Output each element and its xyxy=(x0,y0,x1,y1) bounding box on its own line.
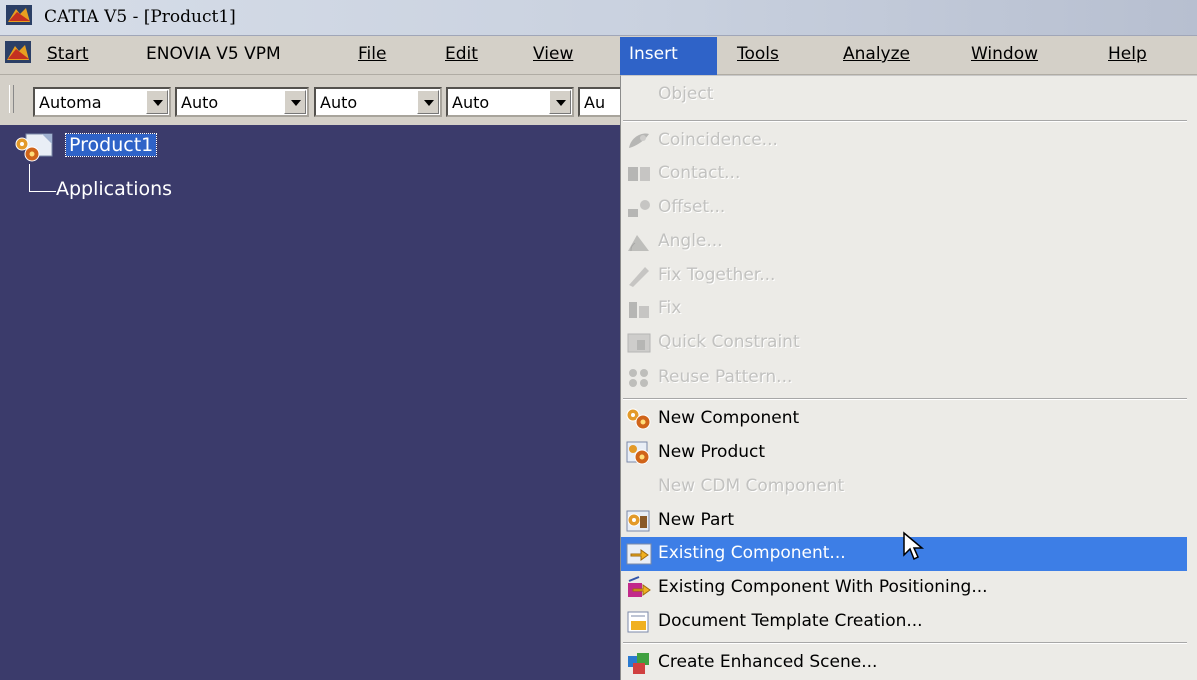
document-template-icon xyxy=(627,611,649,633)
menu-item-reuse-pattern[interactable]: Reuse Pattern... xyxy=(621,361,1187,395)
angle-icon xyxy=(628,235,649,252)
chevron-down-icon[interactable] xyxy=(549,90,571,114)
menu-item-fix[interactable]: Fix xyxy=(621,292,1187,326)
menu-item-document-template[interactable]: Document Template Creation... xyxy=(621,605,1187,639)
menu-help[interactable]: Help xyxy=(1108,44,1147,64)
menu-view[interactable]: View xyxy=(533,44,573,64)
tree-node-applications[interactable]: Applications xyxy=(56,178,172,200)
enhanced-scene-icon xyxy=(628,653,649,674)
menu-item-label: Angle... xyxy=(658,231,723,251)
offset-icon xyxy=(628,200,650,217)
menu-item-label: Contact... xyxy=(658,163,741,183)
menu-item-label: New Product xyxy=(658,442,766,462)
menu-item-label: Reuse Pattern... xyxy=(658,367,793,387)
new-part-icon xyxy=(626,510,650,532)
menu-item-quick-constraint[interactable]: Quick Constraint xyxy=(621,326,1187,360)
menu-item-create-enhanced-scene[interactable]: Create Enhanced Scene... xyxy=(621,646,1187,680)
menu-item-label: Existing Component With Positioning... xyxy=(658,577,988,597)
menu-item-label: New Component xyxy=(658,408,800,428)
combo-5-value: Au xyxy=(584,93,606,112)
coincidence-icon xyxy=(629,133,649,148)
menu-separator xyxy=(623,120,1187,122)
menu-item-label: Existing Component... xyxy=(658,543,846,563)
menu-enovia[interactable]: ENOVIA V5 VPM xyxy=(146,44,281,64)
combo-2-value: Auto xyxy=(181,93,219,112)
contact-icon xyxy=(628,167,650,181)
menu-item-coincidence[interactable]: Coincidence... xyxy=(621,124,1187,158)
new-component-icon xyxy=(626,408,651,430)
menu-separator xyxy=(623,398,1187,400)
existing-component-icon xyxy=(626,543,652,565)
menu-start-label: Start xyxy=(47,44,89,64)
menu-item-label: New CDM Component xyxy=(658,476,845,496)
new-product-icon xyxy=(626,441,650,465)
menu-item-offset[interactable]: Offset... xyxy=(621,191,1187,225)
menu-window[interactable]: Window xyxy=(971,44,1038,64)
tree-root-product[interactable]: Product1 xyxy=(64,133,158,157)
menu-item-contact[interactable]: Contact... xyxy=(621,157,1187,191)
combo-2[interactable]: Auto xyxy=(175,87,309,117)
chevron-down-icon[interactable] xyxy=(284,90,306,114)
chevron-down-icon[interactable] xyxy=(417,90,439,114)
catia-logo-icon xyxy=(6,5,32,25)
menu-item-object[interactable]: Object xyxy=(621,78,1187,112)
existing-component-positioning-icon xyxy=(628,576,651,597)
reuse-pattern-icon xyxy=(629,369,648,387)
menu-insert[interactable]: Insert xyxy=(620,37,717,75)
menu-file[interactable]: File xyxy=(358,44,386,64)
menu-item-new-component[interactable]: New Component xyxy=(621,402,1187,436)
menu-item-label: Quick Constraint xyxy=(658,332,800,352)
combo-1[interactable]: Automa xyxy=(33,87,171,117)
menu-item-angle[interactable]: Angle... xyxy=(621,225,1187,259)
menu-item-label: Coincidence... xyxy=(658,130,778,150)
menu-separator xyxy=(623,642,1187,644)
combo-1-value: Automa xyxy=(39,93,102,112)
menu-item-label: Fix xyxy=(658,298,682,318)
menu-item-label: Offset... xyxy=(658,197,726,217)
product-icon xyxy=(15,133,53,162)
menu-analyze[interactable]: Analyze xyxy=(843,44,910,64)
menu-item-fix-together[interactable]: Fix Together... xyxy=(621,259,1187,293)
menu-item-new-product[interactable]: New Product xyxy=(621,436,1187,470)
menu-item-label: Object xyxy=(658,84,714,104)
tree-connector xyxy=(29,164,56,192)
menu-insert-label: Insert xyxy=(629,44,678,64)
menu-item-label: New Part xyxy=(658,510,735,530)
fix-icon xyxy=(629,302,649,318)
menu-item-new-cdm-component[interactable]: New CDM Component xyxy=(621,470,1187,504)
menu-start[interactable]: Start xyxy=(47,44,89,64)
menu-item-label: Document Template Creation... xyxy=(658,611,923,631)
combo-3[interactable]: Auto xyxy=(314,87,442,117)
combo-3-value: Auto xyxy=(320,93,358,112)
menu-item-existing-component-positioning[interactable]: Existing Component With Positioning... xyxy=(621,571,1187,605)
workspace[interactable] xyxy=(0,125,620,679)
menu-edit[interactable]: Edit xyxy=(445,44,478,64)
menu-tools[interactable]: Tools xyxy=(737,44,779,64)
quick-constraint-icon xyxy=(627,333,651,353)
mouse-cursor-icon xyxy=(903,531,925,561)
fix-together-icon xyxy=(629,267,649,287)
catia-menu-icon[interactable] xyxy=(5,41,31,63)
toolbar: Automa Auto Auto Auto Au xyxy=(0,75,638,125)
chevron-down-icon[interactable] xyxy=(146,90,168,114)
toolbar-grip[interactable] xyxy=(9,85,14,113)
combo-4-value: Auto xyxy=(452,93,490,112)
insert-menu: Object Coincidence... Contact... Offset.… xyxy=(620,75,1197,680)
window-title: CATIA V5 - [Product1] xyxy=(44,7,236,27)
title-bar: CATIA V5 - [Product1] xyxy=(0,0,1197,36)
menu-item-label: Fix Together... xyxy=(658,265,776,285)
menu-item-label: Create Enhanced Scene... xyxy=(658,652,878,672)
combo-4[interactable]: Auto xyxy=(446,87,574,117)
